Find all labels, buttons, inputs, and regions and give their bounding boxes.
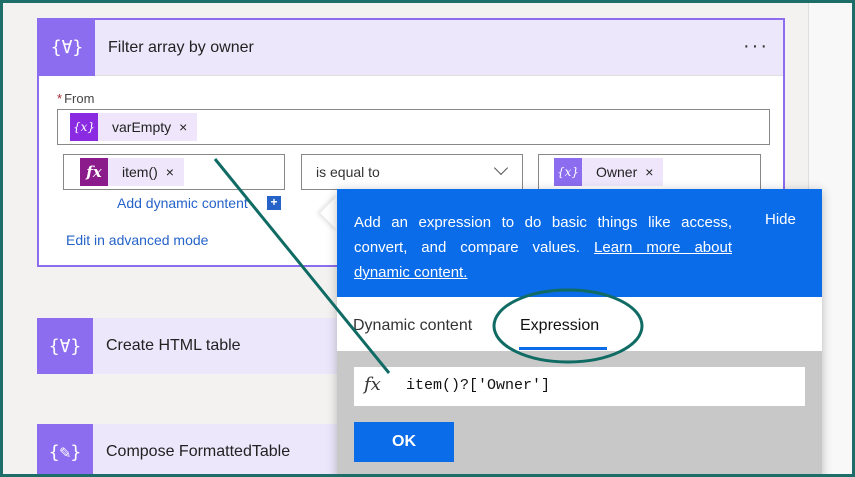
dynamic-token[interactable]: {x} Owner × (554, 158, 664, 186)
card-title: Create HTML table (106, 337, 241, 354)
filter-icon: {∀} (39, 19, 95, 76)
from-label-text: From (64, 91, 95, 106)
more-options-button[interactable]: ··· (743, 35, 769, 58)
edit-advanced-mode-link[interactable]: Edit in advanced mode (66, 232, 208, 248)
fx-icon: fx (80, 158, 108, 186)
expression-token[interactable]: fx item() × (80, 158, 184, 186)
operator-select[interactable]: is equal to (301, 154, 523, 190)
add-dynamic-content-icon[interactable]: + (267, 196, 281, 210)
card-title: Compose FormattedTable (106, 443, 291, 460)
hide-button[interactable]: Hide (765, 211, 796, 228)
filter-icon: {∀} (37, 318, 93, 374)
condition-right-input[interactable]: {x} Owner × (538, 154, 761, 190)
expression-value: item()?['Owner'] (406, 377, 551, 394)
from-input[interactable]: {x} varEmpty × (57, 109, 770, 145)
variable-icon: {x} (554, 158, 582, 186)
variable-icon: {x} (70, 113, 98, 141)
token-label: Owner (596, 164, 638, 180)
card-title: Filter array by owner (108, 38, 254, 56)
ok-button[interactable]: OK (354, 422, 454, 462)
chevron-down-icon (493, 160, 509, 176)
app-frame: {∀} Filter array by owner ··· * From {x} … (0, 0, 855, 477)
close-icon[interactable]: × (166, 164, 184, 180)
token-label: item() (122, 164, 158, 180)
popup-tabs: Dynamic content Expression (337, 297, 822, 351)
close-icon[interactable]: × (179, 119, 197, 135)
token-label: varEmpty (112, 119, 172, 135)
operator-value: is equal to (316, 164, 380, 180)
close-icon[interactable]: × (645, 164, 663, 180)
compose-icon: {✎} (37, 424, 93, 474)
dynamic-content-popup: Add an expression to do basic things lik… (337, 189, 822, 474)
info-banner: Add an expression to do basic things lik… (337, 189, 822, 297)
info-text: Add an expression to do basic things lik… (354, 210, 732, 285)
from-label: * From (57, 91, 94, 106)
card-header[interactable]: {∀} Filter array by owner ··· (39, 19, 783, 76)
expression-input[interactable]: fx item()?['Owner'] (354, 367, 805, 406)
condition-left-input[interactable]: fx item() × (63, 154, 285, 190)
tab-dynamic-content[interactable]: Dynamic content (353, 317, 472, 335)
expression-panel: fx item()?['Owner'] OK (337, 351, 822, 474)
variable-token[interactable]: {x} varEmpty × (70, 113, 198, 141)
add-dynamic-content-link[interactable]: Add dynamic content (117, 195, 248, 211)
tab-expression[interactable]: Expression (520, 317, 599, 335)
required-mark: * (57, 91, 63, 106)
fx-icon: fx (364, 374, 381, 395)
active-tab-indicator (519, 347, 607, 350)
